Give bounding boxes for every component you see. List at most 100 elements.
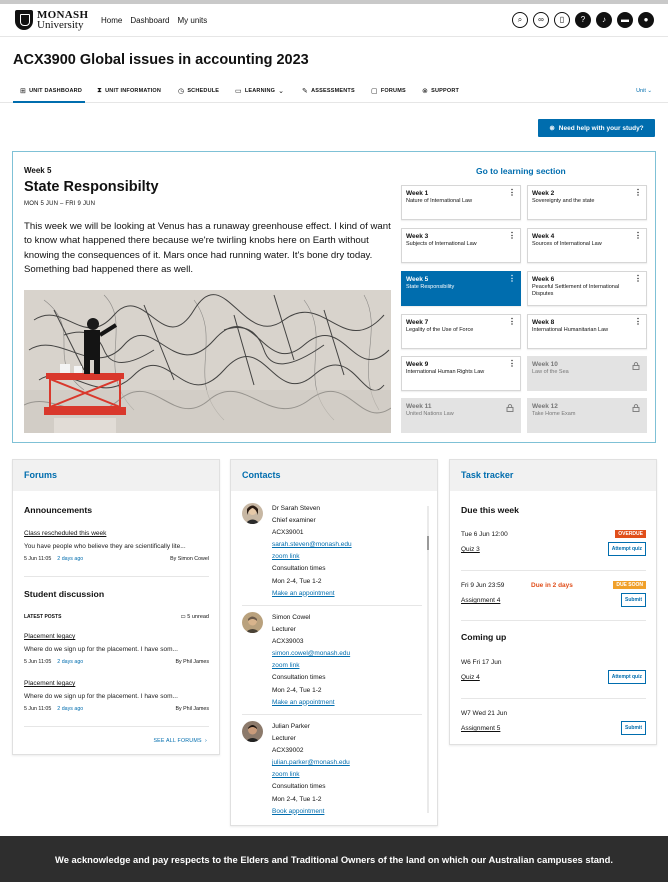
bell-icon[interactable]: ♪ — [596, 12, 612, 28]
week-card[interactable]: Week 1 Nature of International Law ⋮ — [401, 185, 521, 220]
week-card[interactable]: Week 8 International Humanitarian Law ⋮ — [527, 314, 647, 349]
tab-assessments[interactable]: ✎ ASSESSMENTS — [302, 87, 355, 95]
week-card-locked: Week 12 Take Home Exam — [527, 398, 647, 433]
overdue-badge: OVERDUE — [615, 530, 646, 538]
more-menu-icon[interactable]: ⋮ — [508, 318, 516, 326]
more-menu-icon[interactable]: ⋮ — [634, 275, 642, 283]
zoom-link[interactable]: zoom link — [272, 551, 352, 563]
task-tracker-title: Task tracker — [450, 460, 656, 491]
active-tab-indicator — [13, 101, 85, 103]
post-title[interactable]: Placement legacy — [24, 633, 209, 640]
appointment-link[interactable]: Make an appointment — [272, 697, 350, 709]
top-nav: Home Dashboard My units — [101, 16, 207, 25]
student-discussion-title: Student discussion — [24, 589, 105, 599]
search-icon[interactable]: ⌕ — [512, 12, 528, 28]
discussion-post: Placement legacy Where do we sign up for… — [24, 680, 209, 712]
contact-item: Simon Cowel Lecturer ACX39003 simon.cowe… — [242, 612, 427, 712]
tab-forums[interactable]: ▢ FORUMS — [371, 87, 406, 95]
see-all-forums-link[interactable]: SEE ALL FORUMS › — [153, 738, 207, 744]
week-card-locked: Week 11 United Nations Law — [401, 398, 521, 433]
nav-dashboard[interactable]: Dashboard — [130, 16, 169, 25]
post-title[interactable]: Placement legacy — [24, 680, 209, 687]
due-soon-badge: DUE SOON — [613, 581, 646, 589]
book-icon[interactable]: ▯ — [554, 12, 570, 28]
user-icon[interactable]: ● — [638, 12, 654, 28]
forums-card: Forums Announcements Class rescheduled t… — [12, 459, 220, 755]
task-name-link[interactable]: Assignment 4 — [461, 597, 500, 604]
week-label: Week 5 — [24, 166, 52, 175]
divider — [461, 570, 646, 571]
appointment-link[interactable]: Make an appointment — [272, 588, 352, 600]
task-name-link[interactable]: Quiz 4 — [461, 674, 480, 681]
contact-email-link[interactable]: simon.cowel@monash.edu — [272, 648, 350, 660]
contact-email-link[interactable]: sarah.steven@monash.edu — [272, 539, 352, 551]
task-tracker-card: Task tracker Due this week Tue 6 Jun 12:… — [449, 459, 657, 745]
due-note: Due in 2 days — [531, 582, 573, 589]
post-body: Where do we sign up for the placement. I… — [24, 646, 178, 653]
contact-name: Simon Cowel — [272, 614, 311, 621]
more-menu-icon[interactable]: ⋮ — [508, 360, 516, 368]
more-menu-icon[interactable]: ⋮ — [634, 318, 642, 326]
week-dates: MON 5 JUN – FRI 9 JUN — [24, 201, 96, 207]
scrollbar-thumb[interactable] — [427, 536, 429, 550]
contact-email-link[interactable]: julian.parker@monash.edu — [272, 757, 350, 769]
attempt-quiz-button[interactable]: Attempt quiz — [607, 542, 646, 556]
consult-times: Mon 2-4, Tue 1-2 — [272, 577, 322, 585]
task-name-link[interactable]: Quiz 3 — [461, 546, 480, 553]
tab-schedule[interactable]: ◷ SCHEDULE — [178, 87, 219, 95]
tab-unit-information[interactable]: ⧗ UNIT INFORMATION — [97, 87, 161, 95]
contact-code: ACX39002 — [272, 747, 304, 755]
contact-name: Julian Parker — [272, 723, 310, 730]
acknowledgement-footer: We acknowledge and pay respects to the E… — [0, 836, 668, 882]
tab-unit-dashboard[interactable]: ⊞ UNIT DASHBOARD — [20, 87, 82, 95]
consult-label: Consultation times — [272, 565, 326, 573]
unit-dropdown[interactable]: Unit ⌄ — [636, 88, 652, 94]
week-card[interactable]: Week 9 International Human Rights Law ⋮ — [401, 356, 521, 391]
nav-home[interactable]: Home — [101, 16, 122, 25]
help-icon[interactable]: ? — [575, 12, 591, 28]
submit-button[interactable]: Submit — [621, 593, 646, 607]
avatar — [242, 503, 263, 524]
week-card[interactable]: Week 3 Subjects of International Law ⋮ — [401, 228, 521, 263]
due-this-week-title: Due this week — [461, 505, 519, 515]
consult-label: Consultation times — [272, 783, 326, 791]
zoom-link[interactable]: zoom link — [272, 769, 350, 781]
monash-logo[interactable]: MONASH University — [15, 10, 88, 31]
post-body: Where do we sign up for the placement. I… — [24, 693, 178, 700]
divider — [461, 620, 646, 621]
help-study-button[interactable]: ⊗ Need help with your study? — [538, 119, 655, 137]
more-menu-icon[interactable]: ⋮ — [508, 189, 516, 197]
chat-icon: ▭ — [180, 614, 186, 620]
task-name-link[interactable]: Assignment 5 — [461, 725, 500, 732]
attempt-quiz-button[interactable]: Attempt quiz — [607, 670, 646, 684]
consult-label: Consultation times — [272, 674, 326, 682]
tab-support[interactable]: ⊗ SUPPORT — [422, 87, 459, 95]
more-menu-icon[interactable]: ⋮ — [508, 232, 516, 240]
link-icon[interactable]: ∞ — [533, 12, 549, 28]
contact-name: Dr Sarah Steven — [272, 505, 321, 512]
more-menu-icon[interactable]: ⋮ — [634, 232, 642, 240]
current-week-panel: Week 5 State Responsibilty MON 5 JUN – F… — [12, 151, 656, 443]
announcement-title[interactable]: Class rescheduled this week — [24, 530, 209, 537]
week-card[interactable]: Week 4 Sources of International Law ⋮ — [527, 228, 647, 263]
chat-icon[interactable]: ▬ — [617, 12, 633, 28]
tab-learning[interactable]: ▭ LEARNING ⌄ — [235, 87, 284, 95]
appointment-link[interactable]: Book appointment — [272, 806, 350, 818]
contact-role: Chief examiner — [272, 517, 316, 525]
zoom-link[interactable]: zoom link — [272, 660, 350, 672]
week-artwork-image — [24, 290, 391, 433]
week-card[interactable]: Week 7 Legality of the Use of Force ⋮ — [401, 314, 521, 349]
week-card-active[interactable]: Week 5 State Responsibility ⋮ — [401, 271, 521, 306]
week-card[interactable]: Week 2 Sovereignty and the state ⋮ — [527, 185, 647, 220]
scrollbar-track[interactable] — [427, 506, 429, 813]
avatar — [242, 612, 263, 633]
lifebuoy-icon: ⊗ — [422, 88, 429, 95]
more-menu-icon[interactable]: ⋮ — [508, 275, 516, 283]
submit-button[interactable]: Submit — [621, 721, 646, 735]
nav-my-units[interactable]: My units — [177, 16, 207, 25]
more-menu-icon[interactable]: ⋮ — [634, 189, 642, 197]
week-card[interactable]: Week 6 Peaceful Settlement of Internation… — [527, 271, 647, 306]
go-to-learning-link[interactable]: Go to learning section — [476, 166, 566, 176]
chevron-right-icon: › — [205, 738, 207, 744]
assessment-icon: ✎ — [302, 88, 309, 95]
